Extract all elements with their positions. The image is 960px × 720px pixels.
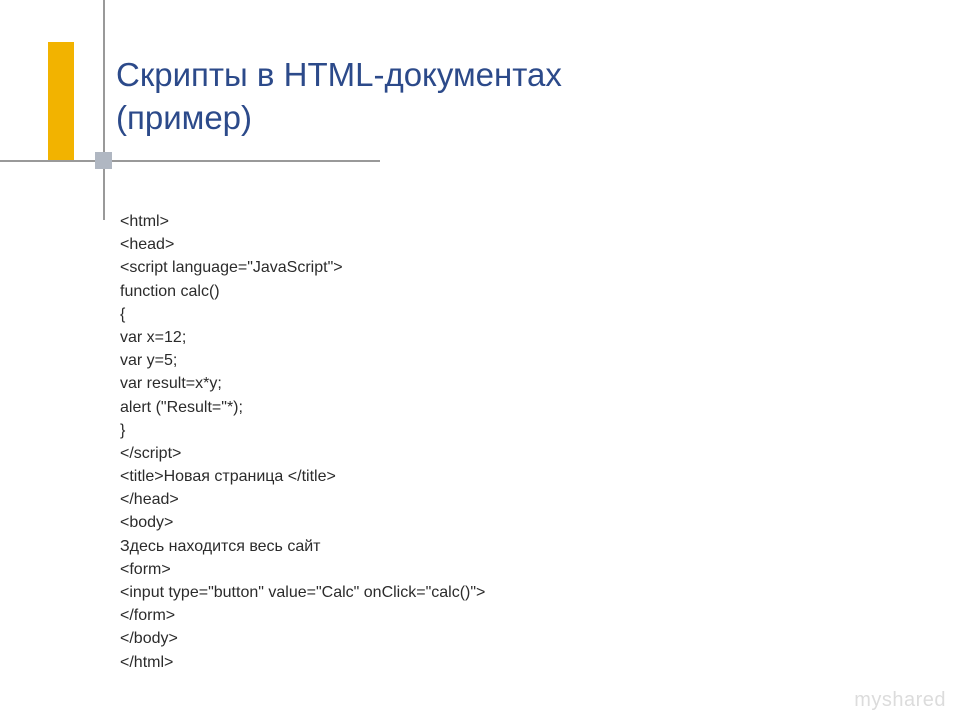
title-line-1: Скрипты в HTML-документах bbox=[116, 56, 562, 93]
slide-container: Скрипты в HTML-документах (пример) <html… bbox=[0, 0, 960, 720]
deco-yellow-block bbox=[48, 42, 74, 160]
code-block: <html> <head> <script language="JavaScri… bbox=[120, 210, 485, 674]
watermark: myshared bbox=[854, 689, 946, 712]
slide-title: Скрипты в HTML-документах (пример) bbox=[116, 54, 562, 140]
title-line-2: (пример) bbox=[116, 99, 252, 136]
deco-square bbox=[95, 152, 112, 169]
deco-horizontal-line bbox=[0, 160, 380, 162]
deco-vertical-line bbox=[103, 0, 105, 220]
